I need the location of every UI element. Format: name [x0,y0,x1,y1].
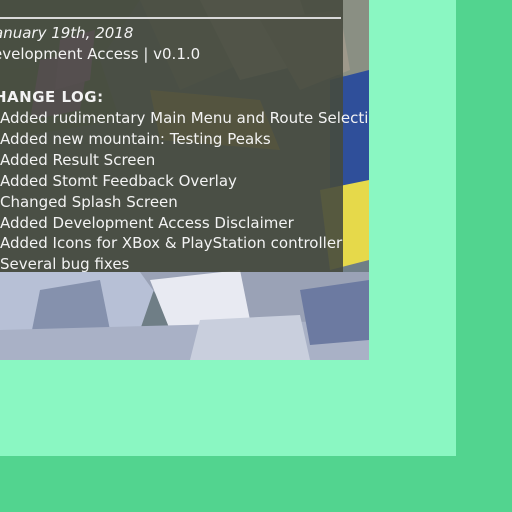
changelog-item: Added Result Screen [0,150,156,169]
title-divider [0,17,341,19]
release-date: anuary 19th, 2018 [0,24,134,42]
changelog-item: Changed Splash Screen [0,192,178,211]
changelog-item: Added rudimentary Main Menu and Route Se… [0,109,369,127]
changelog-heading: HANGE LOG: [0,88,104,106]
screen: anuary 19th, 2018 evelopment Access | v0… [0,0,512,512]
changelog-panel: anuary 19th, 2018 evelopment Access | v0… [0,0,369,273]
changelog-item: Several bug fixes [0,255,130,274]
version-label: evelopment Access | v0.1.0 [0,45,201,63]
outer-frame: anuary 19th, 2018 evelopment Access | v0… [0,0,456,456]
changelog-item: Added Icons for XBox & PlayStation contr… [0,234,343,253]
game-viewport: anuary 19th, 2018 evelopment Access | v0… [0,0,369,360]
changelog-list: Added rudimentary Main Menu and Route Se… [0,108,369,275]
changelog-item: Added new mountain: Testing Peaks [0,129,271,148]
changelog-item: Added Development Access Disclaimer [0,213,294,232]
changelog-item: Added Stomt Feedback Overlay [0,171,237,190]
